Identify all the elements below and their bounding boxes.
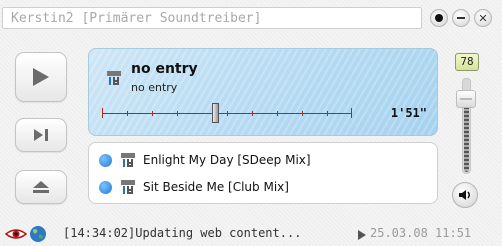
close-icon: ✕ xyxy=(478,11,488,25)
globe-icon[interactable] xyxy=(29,225,47,243)
elapsed-time: 1'51" xyxy=(390,106,427,120)
close-button[interactable]: ✕ xyxy=(474,9,492,27)
playlist-item[interactable]: Sit Beside Me [Club Mix] xyxy=(99,177,289,197)
seek-thumb[interactable] xyxy=(211,103,219,123)
play-button[interactable] xyxy=(15,52,67,102)
music-note-icon xyxy=(107,71,121,85)
next-track-button[interactable] xyxy=(15,118,67,152)
play-arrow-icon xyxy=(358,230,366,240)
minimize-icon xyxy=(457,17,465,19)
next-track-icon xyxy=(34,129,48,141)
track-title: no entry xyxy=(131,61,198,77)
playlist: Enlight My Day [SDeep Mix] Sit Beside Me… xyxy=(88,142,438,204)
record-icon xyxy=(435,14,443,22)
playlist-bullet-icon xyxy=(99,180,112,194)
playlist-item[interactable]: Enlight My Day [SDeep Mix] xyxy=(99,150,311,170)
playlist-item-label: Enlight My Day [SDeep Mix] xyxy=(143,153,311,167)
title-field: Kerstin2 [Primärer Soundtreiber] xyxy=(2,7,422,29)
player-window: Kerstin2 [Primärer Soundtreiber] ✕ no en… xyxy=(0,0,502,246)
status-bar: [14:34:02]Updating web content... 25.03.… xyxy=(0,222,502,246)
eject-icon xyxy=(33,181,49,193)
music-note-icon xyxy=(121,180,135,194)
now-playing-panel: no entry no entry 1'51" xyxy=(88,48,438,136)
volume-value: 78 xyxy=(455,53,479,71)
mute-button[interactable] xyxy=(452,182,478,208)
record-button[interactable] xyxy=(430,9,448,27)
volume-handle[interactable] xyxy=(456,90,476,109)
track-subtitle: no entry xyxy=(131,81,178,94)
window-title: Kerstin2 [Primärer Soundtreiber] xyxy=(11,11,262,26)
eye-icon[interactable] xyxy=(5,228,27,240)
play-icon xyxy=(33,68,49,86)
status-message: [14:34:02]Updating web content... xyxy=(63,226,302,240)
playlist-item-label: Sit Beside Me [Club Mix] xyxy=(143,180,289,194)
playlist-bullet-icon xyxy=(99,153,112,167)
minimize-button[interactable] xyxy=(452,9,470,27)
speaker-icon xyxy=(459,190,470,200)
title-bar: Kerstin2 [Primärer Soundtreiber] ✕ xyxy=(2,2,498,32)
volume-fill xyxy=(464,99,469,172)
eject-button[interactable] xyxy=(15,170,67,204)
music-note-icon xyxy=(121,153,135,167)
status-date: 25.03.08 11:51 xyxy=(370,226,472,240)
